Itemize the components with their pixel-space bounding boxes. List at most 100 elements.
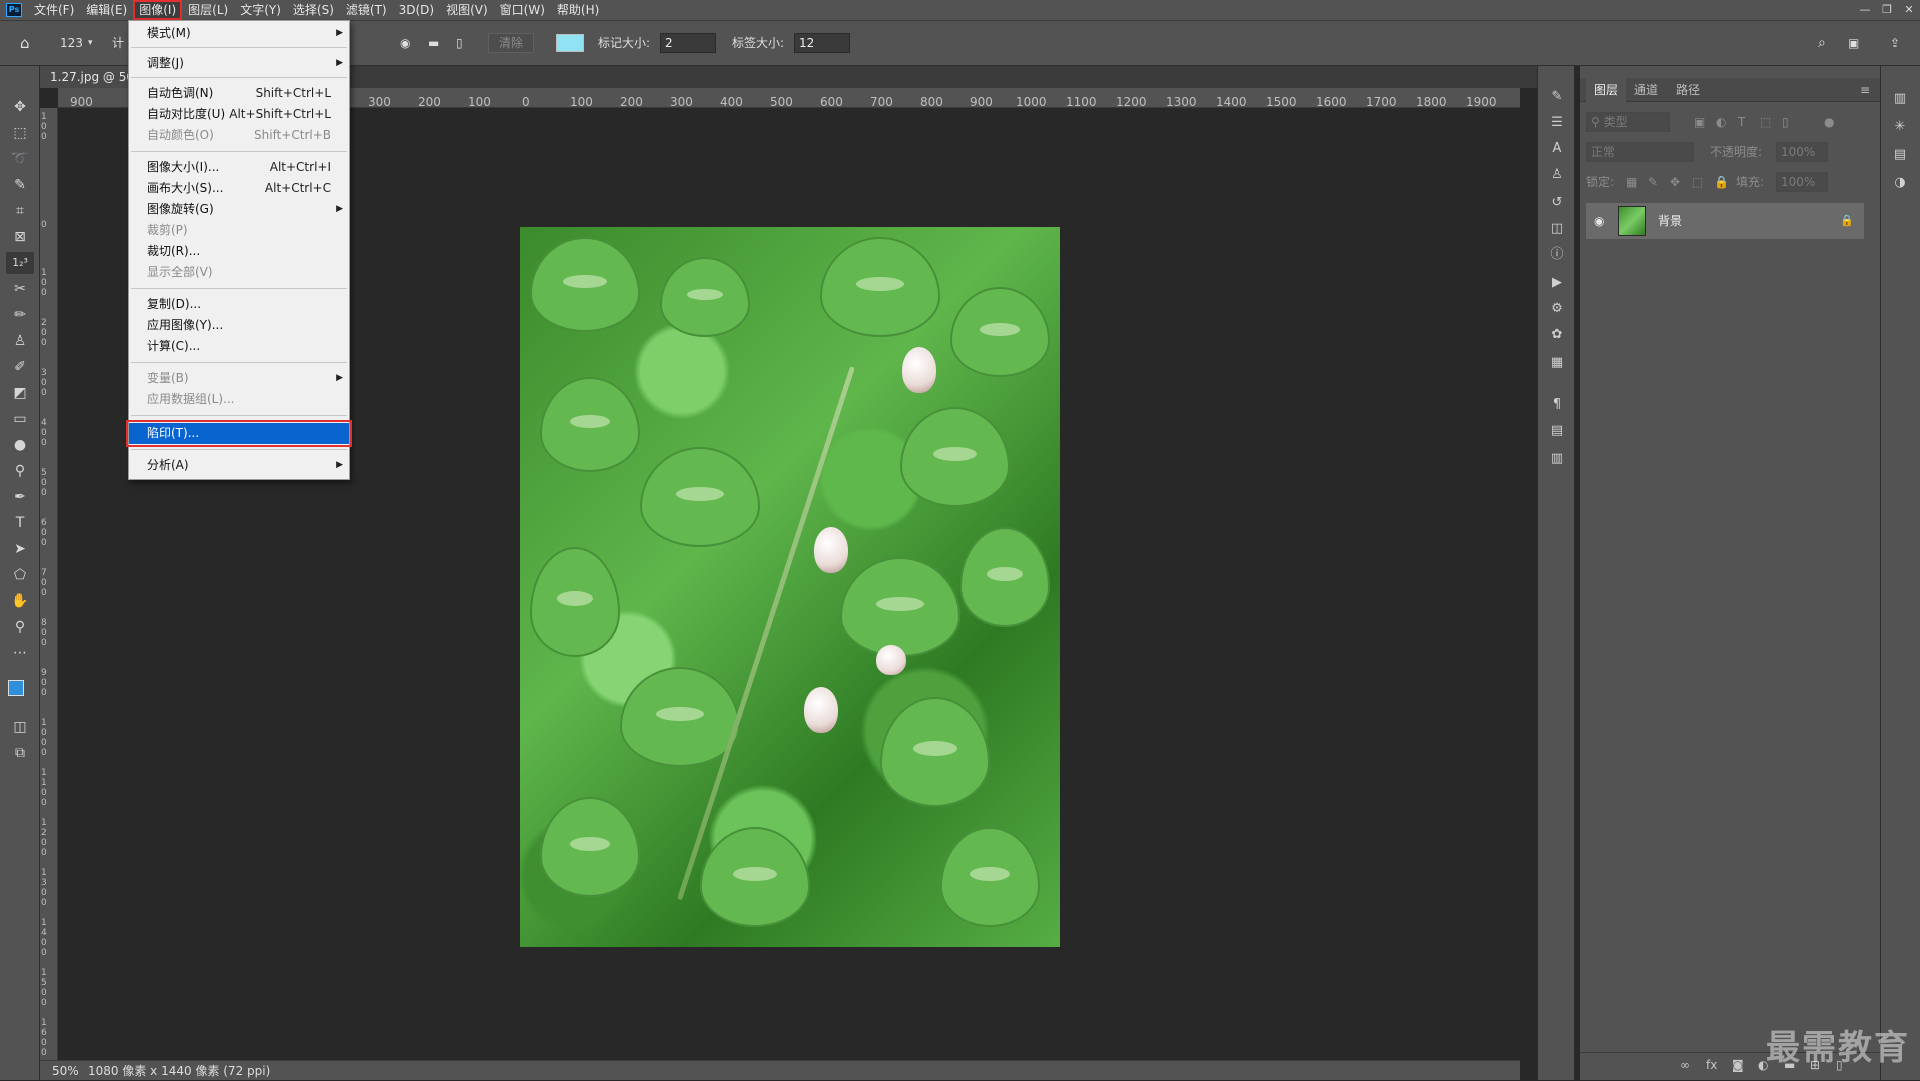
menu-item-auto-color[interactable]: 自动颜色(O) Shift+Ctrl+B <box>129 125 349 146</box>
pen-tool-icon[interactable]: ✒ <box>6 486 34 508</box>
lock-image-icon[interactable]: ✎ <box>1648 172 1658 192</box>
folder-icon[interactable]: ▬ <box>428 33 439 53</box>
menu-item-apply-image[interactable]: 应用图像(Y)... <box>129 315 349 336</box>
restore-button[interactable]: ❐ <box>1876 0 1898 20</box>
workspace-icon[interactable]: ▣ <box>1848 33 1859 53</box>
more-tools-icon[interactable]: ⋯ <box>6 642 34 664</box>
filter-type-icon[interactable]: T <box>1738 112 1745 132</box>
info-icon[interactable]: ⓘ <box>1547 246 1567 264</box>
chevron-down-icon[interactable]: ▾ <box>88 33 93 53</box>
menu-item-crop[interactable]: 裁剪(P) <box>129 220 349 241</box>
filter-pixel-icon[interactable]: ▣ <box>1694 112 1705 132</box>
layer-name[interactable]: 背景 <box>1658 203 1682 239</box>
dodge-tool-icon[interactable]: ⚲ <box>6 460 34 482</box>
visibility-eye-icon[interactable]: ◉ <box>400 33 410 53</box>
fill-input[interactable]: 100% <box>1776 172 1828 192</box>
menu-item-analysis[interactable]: 分析(A) ▶ <box>129 455 349 476</box>
filter-toggle-icon[interactable]: ● <box>1824 112 1834 132</box>
healing-brush-icon[interactable]: ✂ <box>6 278 34 300</box>
menu-item-variables[interactable]: 变量(B) ▶ <box>129 368 349 389</box>
lock-artboard-icon[interactable]: ⬚ <box>1692 172 1703 192</box>
search-icon[interactable]: ⌕ <box>1818 33 1826 53</box>
menu-item-mode[interactable]: 模式(M) ▶ <box>129 23 349 44</box>
lock-transparent-icon[interactable]: ▦ <box>1626 172 1637 192</box>
document-image[interactable] <box>520 227 1060 947</box>
path-select-icon[interactable]: ➤ <box>6 538 34 560</box>
menu-item-auto-contrast[interactable]: 自动对比度(U) Alt+Shift+Ctrl+L <box>129 104 349 125</box>
zoom-tool-icon[interactable]: ⚲ <box>6 616 34 638</box>
clone-stamp-icon[interactable]: ♙ <box>6 330 34 352</box>
styles-icon[interactable]: ✿ <box>1547 326 1567 344</box>
menu-view[interactable]: 视图(V) <box>440 0 494 20</box>
menu-help[interactable]: 帮助(H) <box>551 0 605 20</box>
tab-channels[interactable]: 通道 <box>1626 78 1666 102</box>
shape-tool-icon[interactable]: ⬠ <box>6 564 34 586</box>
clone-source-icon[interactable]: ♙ <box>1547 166 1567 184</box>
libraries-icon[interactable]: ▤ <box>1890 146 1910 164</box>
link-layers-icon[interactable]: ∞ <box>1680 1058 1690 1072</box>
lock-icon[interactable]: 🔒 <box>1840 203 1854 239</box>
filter-smart-object-icon[interactable]: ▯ <box>1782 112 1789 132</box>
crop-tool-icon[interactable]: ⌗ <box>6 200 34 222</box>
lock-position-icon[interactable]: ✥ <box>1670 172 1680 192</box>
menu-item-adjustments[interactable]: 调整(J) ▶ <box>129 53 349 74</box>
clear-button[interactable]: 清除 <box>488 33 535 53</box>
menu-window[interactable]: 窗口(W) <box>494 0 551 20</box>
brush-tool-icon[interactable]: ✏ <box>6 304 34 326</box>
menu-type[interactable]: 文字(Y) <box>234 0 287 20</box>
blur-tool-icon[interactable]: ● <box>6 434 34 456</box>
adjustments-icon[interactable]: ☰ <box>1547 114 1567 132</box>
gradient-tool-icon[interactable]: ▭ <box>6 408 34 430</box>
quick-mask-icon[interactable]: ◫ <box>6 716 34 738</box>
menu-item-duplicate[interactable]: 复制(D)... <box>129 294 349 315</box>
close-button[interactable]: ✕ <box>1898 0 1920 20</box>
eye-icon[interactable]: ◉ <box>1594 203 1604 239</box>
zoom-level[interactable]: 50% <box>52 1061 79 1081</box>
history-icon[interactable]: ↺ <box>1547 194 1567 212</box>
navigator-icon[interactable]: ✳ <box>1890 118 1910 136</box>
count-tool-icon[interactable]: 1₂³ <box>6 252 34 274</box>
type-tool-icon[interactable]: T <box>6 512 34 534</box>
panel-menu-icon[interactable]: ≡ <box>1852 78 1878 102</box>
hand-tool-icon[interactable]: ✋ <box>6 590 34 612</box>
lasso-tool-icon[interactable]: ➰ <box>6 148 34 170</box>
count-tool-preset[interactable]: 123 <box>60 33 83 53</box>
tab-paths[interactable]: 路径 <box>1668 78 1708 102</box>
menu-edit[interactable]: 编辑(E) <box>80 0 133 20</box>
menu-layer[interactable]: 图层(L) <box>182 0 234 20</box>
character-icon[interactable]: A <box>1547 140 1567 158</box>
menu-3d[interactable]: 3D(D) <box>393 0 440 20</box>
minimize-button[interactable]: — <box>1854 0 1876 20</box>
trash-icon[interactable]: ▯ <box>456 33 463 53</box>
layer-row-background[interactable]: ◉ 背景 🔒 <box>1586 203 1864 239</box>
menu-item-canvas-size[interactable]: 画布大小(S)... Alt+Ctrl+C <box>129 178 349 199</box>
histogram-icon[interactable]: ▥ <box>1890 90 1910 108</box>
glyphs-icon[interactable]: ▤ <box>1547 422 1567 440</box>
document-info[interactable]: 1080 像素 x 1440 像素 (72 ppi) <box>88 1061 270 1081</box>
add-mask-icon[interactable]: ◙ <box>1732 1058 1744 1072</box>
lock-all-icon[interactable]: 🔒 <box>1714 172 1729 192</box>
menu-image[interactable]: 图像(I) <box>133 0 183 20</box>
tab-layers[interactable]: 图层 <box>1586 78 1627 102</box>
foreground-color-swatch[interactable] <box>8 680 24 696</box>
eraser-tool-icon[interactable]: ◩ <box>6 382 34 404</box>
menu-filter[interactable]: 滤镜(T) <box>340 0 393 20</box>
paragraph-icon[interactable]: ¶ <box>1547 396 1567 414</box>
blend-mode-select[interactable]: 正常 <box>1586 142 1694 162</box>
menu-item-image-size[interactable]: 图像大小(I)... Alt+Ctrl+I <box>129 157 349 178</box>
layer-style-icon[interactable]: fx <box>1706 1058 1717 1072</box>
move-tool-icon[interactable]: ✥ <box>6 96 34 118</box>
label-size-input[interactable]: 12 <box>794 33 850 53</box>
layer-filter-select[interactable]: ⚲ 类型 <box>1586 112 1670 132</box>
menu-item-image-rotation[interactable]: 图像旋转(G) ▶ <box>129 199 349 220</box>
quick-select-tool-icon[interactable]: ✎ <box>6 174 34 196</box>
share-icon[interactable]: ⇪ <box>1890 33 1900 53</box>
screen-mode-icon[interactable]: ⧉ <box>6 742 34 764</box>
marquee-tool-icon[interactable]: ⬚ <box>6 122 34 144</box>
menu-item-trap[interactable]: 陷印(T)... <box>126 420 352 447</box>
marker-size-input[interactable]: 2 <box>660 33 716 53</box>
home-icon[interactable]: ⌂ <box>20 33 30 53</box>
properties-icon[interactable]: ⚙ <box>1547 300 1567 318</box>
table-icon[interactable]: ▦ <box>1547 354 1567 372</box>
notes-icon[interactable]: ▥ <box>1547 450 1567 468</box>
